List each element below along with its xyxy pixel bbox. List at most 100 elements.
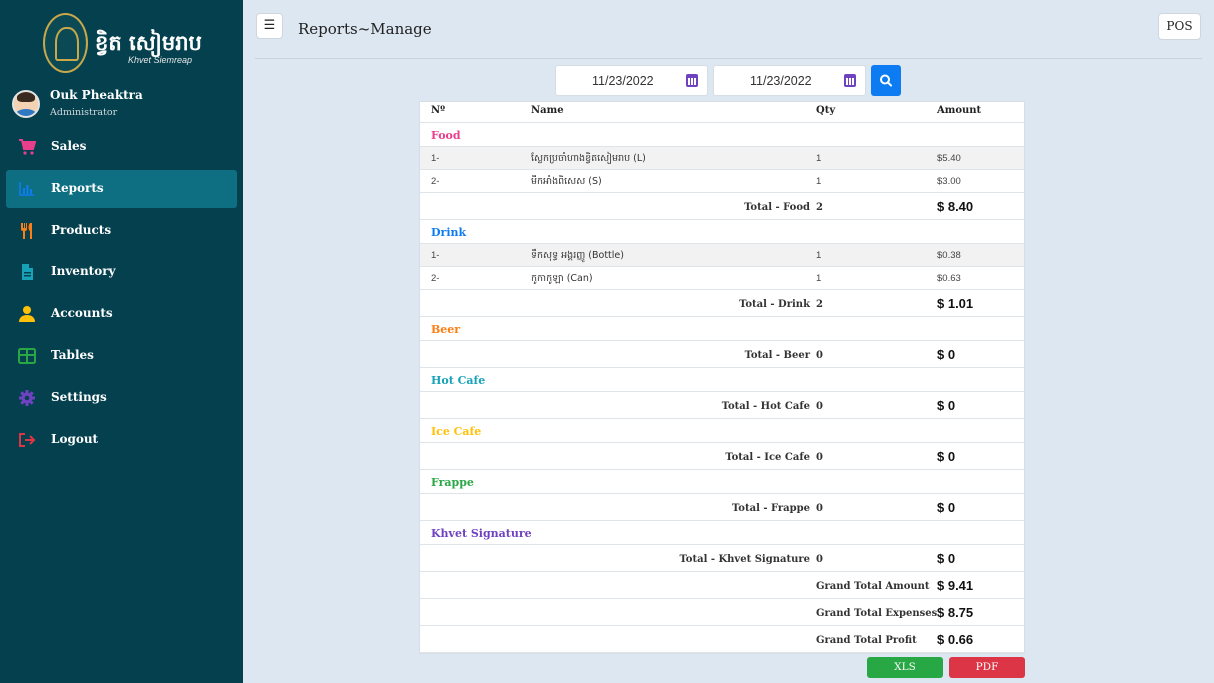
sidebar-item-settings[interactable]: Settings [6, 379, 237, 417]
category-total-qty: 0 [816, 503, 823, 514]
category-total-amount: $ 0 [937, 551, 956, 566]
category-name: Ice Cafe [431, 425, 482, 438]
gear-icon [18, 389, 36, 407]
item-number: 1- [431, 250, 440, 261]
item-number: 1- [431, 153, 440, 164]
table-row: 1- ទឹកសុទ្ធ អង្គរញ្ញូ (Bottle) 1 $0.38 [420, 244, 1024, 267]
grand-total-label: Grand Total Profit [816, 635, 917, 646]
category-row: Frappe [420, 470, 1024, 494]
calendar-icon[interactable] [844, 74, 856, 87]
item-amount: $0.63 [937, 273, 961, 284]
category-name: Drink [431, 226, 467, 239]
table-header: Nº Name Qty Amount [420, 102, 1024, 123]
item-qty: 1 [816, 250, 822, 261]
category-total-qty: 2 [816, 299, 823, 310]
category-row: Hot Cafe [420, 368, 1024, 392]
item-name: មីកអាំងពិសេស (S) [531, 176, 602, 187]
avatar [12, 90, 40, 118]
category-name: Frappe [431, 476, 474, 489]
logout-icon [18, 431, 36, 449]
sidebar-item-logout[interactable]: Logout [6, 421, 237, 459]
category-total-row: Total - Food 2 $ 8.40 [420, 193, 1024, 220]
item-number: 2- [431, 273, 440, 284]
date-from-value: 11/23/2022 [592, 74, 654, 88]
category-total-label: Total - Ice Cafe [725, 452, 810, 463]
sidebar-item-accounts[interactable]: Accounts [6, 295, 237, 333]
item-name: កូកាកូឡា (Can) [531, 273, 593, 284]
category-total-label: Total - Frappe [732, 503, 810, 514]
category-total-qty: 0 [816, 452, 823, 463]
category-total-amount: $ 1.01 [937, 296, 974, 311]
sidebar-item-products[interactable]: Products [6, 212, 237, 250]
category-row: Khvet Signature [420, 521, 1024, 545]
category-row: Drink [420, 220, 1024, 244]
user-name: Ouk Pheaktra [50, 88, 143, 102]
category-total-row: Total - Khvet Signature 0 $ 0 [420, 545, 1024, 572]
table-row: 1- ស្លែកប្រចាំហាងខ្វិតសៀមរាប (L) 1 $5.40 [420, 147, 1024, 170]
category-total-qty: 0 [816, 401, 823, 412]
table-row: 2- កូកាកូឡា (Can) 1 $0.63 [420, 267, 1024, 290]
sidebar-item-label: Products [51, 222, 112, 237]
category-total-row: Total - Hot Cafe 0 $ 0 [420, 392, 1024, 419]
column-header-no: Nº [431, 105, 446, 116]
sidebar-item-label: Sales [51, 139, 87, 153]
sidebar-item-sales[interactable]: Sales [6, 128, 237, 166]
category-row: Beer [420, 317, 1024, 341]
item-amount: $3.00 [937, 176, 961, 187]
category-total-label: Total - Drink [739, 299, 810, 310]
report-table: Nº Name Qty Amount Food 1- ស្លែកប្រចាំហាងខ្វិត… [419, 101, 1025, 654]
brand-name-english: Khvet Siemreap [128, 55, 193, 65]
category-name: Beer [431, 323, 461, 336]
sidebar-item-label: Tables [51, 347, 94, 362]
category-total-amount: $ 0 [937, 449, 956, 464]
category-name: Khvet Signature [431, 527, 532, 540]
grand-total-row: Grand Total Expenses $ 8.75 [420, 599, 1024, 626]
grand-total-value: $ 9.41 [937, 578, 974, 593]
category-row: Ice Cafe [420, 419, 1024, 443]
user-role: Administrator [50, 107, 118, 118]
sidebar-item-label: Reports [51, 180, 104, 195]
category-total-amount: $ 0 [937, 500, 956, 515]
sidebar-item-tables[interactable]: Tables [6, 337, 237, 375]
date-to-field[interactable]: 11/23/2022 [713, 65, 866, 96]
grand-total-row: Grand Total Profit $ 0.66 [420, 626, 1024, 653]
category-total-label: Total - Khvet Signature [679, 554, 811, 565]
category-row: Food [420, 123, 1024, 147]
item-name: ស្លែកប្រចាំហាងខ្វិតសៀមរាប (L) [531, 153, 646, 164]
sidebar-nav: Sales Reports Products Inventory Accounts Tab… [6, 128, 237, 462]
sidebar-item-inventory[interactable]: Inventory [6, 253, 237, 291]
grand-total-value: $ 8.75 [937, 605, 974, 620]
category-total-amount: $ 8.40 [937, 199, 974, 214]
category-total-row: Total - Drink 2 $ 1.01 [420, 290, 1024, 317]
brand-logo [43, 13, 88, 73]
category-total-amount: $ 0 [937, 398, 956, 413]
category-total-row: Total - Ice Cafe 0 $ 0 [420, 443, 1024, 470]
export-pdf-button[interactable]: PDF [949, 657, 1025, 678]
column-header-amount: Amount [937, 105, 982, 116]
item-qty: 1 [816, 153, 822, 164]
user-icon [18, 305, 36, 323]
category-total-qty: 2 [816, 202, 823, 213]
file-icon [18, 263, 36, 281]
search-button[interactable] [871, 65, 901, 96]
sidebar-item-label: Settings [51, 389, 107, 404]
brand[interactable]: ខ្វិត សៀមរាប Khvet Siemreap [43, 13, 213, 75]
date-from-field[interactable]: 11/23/2022 [555, 65, 708, 96]
pos-button[interactable]: POS [1158, 13, 1201, 40]
item-qty: 1 [816, 273, 822, 284]
menu-toggle-button[interactable]: ☰ [256, 13, 283, 39]
column-header-qty: Qty [816, 105, 836, 116]
category-total-label: Total - Food [744, 202, 810, 213]
table-row: 2- មីកអាំងពិសេស (S) 1 $3.00 [420, 170, 1024, 193]
column-header-name: Name [531, 105, 564, 116]
calendar-icon[interactable] [686, 74, 698, 87]
grand-total-label: Grand Total Amount [816, 581, 930, 592]
page-title: Reports~Manage [298, 20, 432, 38]
category-total-amount: $ 0 [937, 347, 956, 362]
sidebar-item-label: Accounts [51, 306, 113, 321]
chart-icon [18, 180, 36, 198]
sidebar-item-reports[interactable]: Reports [6, 169, 237, 208]
user-profile[interactable]: Ouk Pheaktra Administrator [12, 88, 232, 124]
export-xls-button[interactable]: XLS [867, 657, 943, 678]
category-total-row: Total - Frappe 0 $ 0 [420, 494, 1024, 521]
